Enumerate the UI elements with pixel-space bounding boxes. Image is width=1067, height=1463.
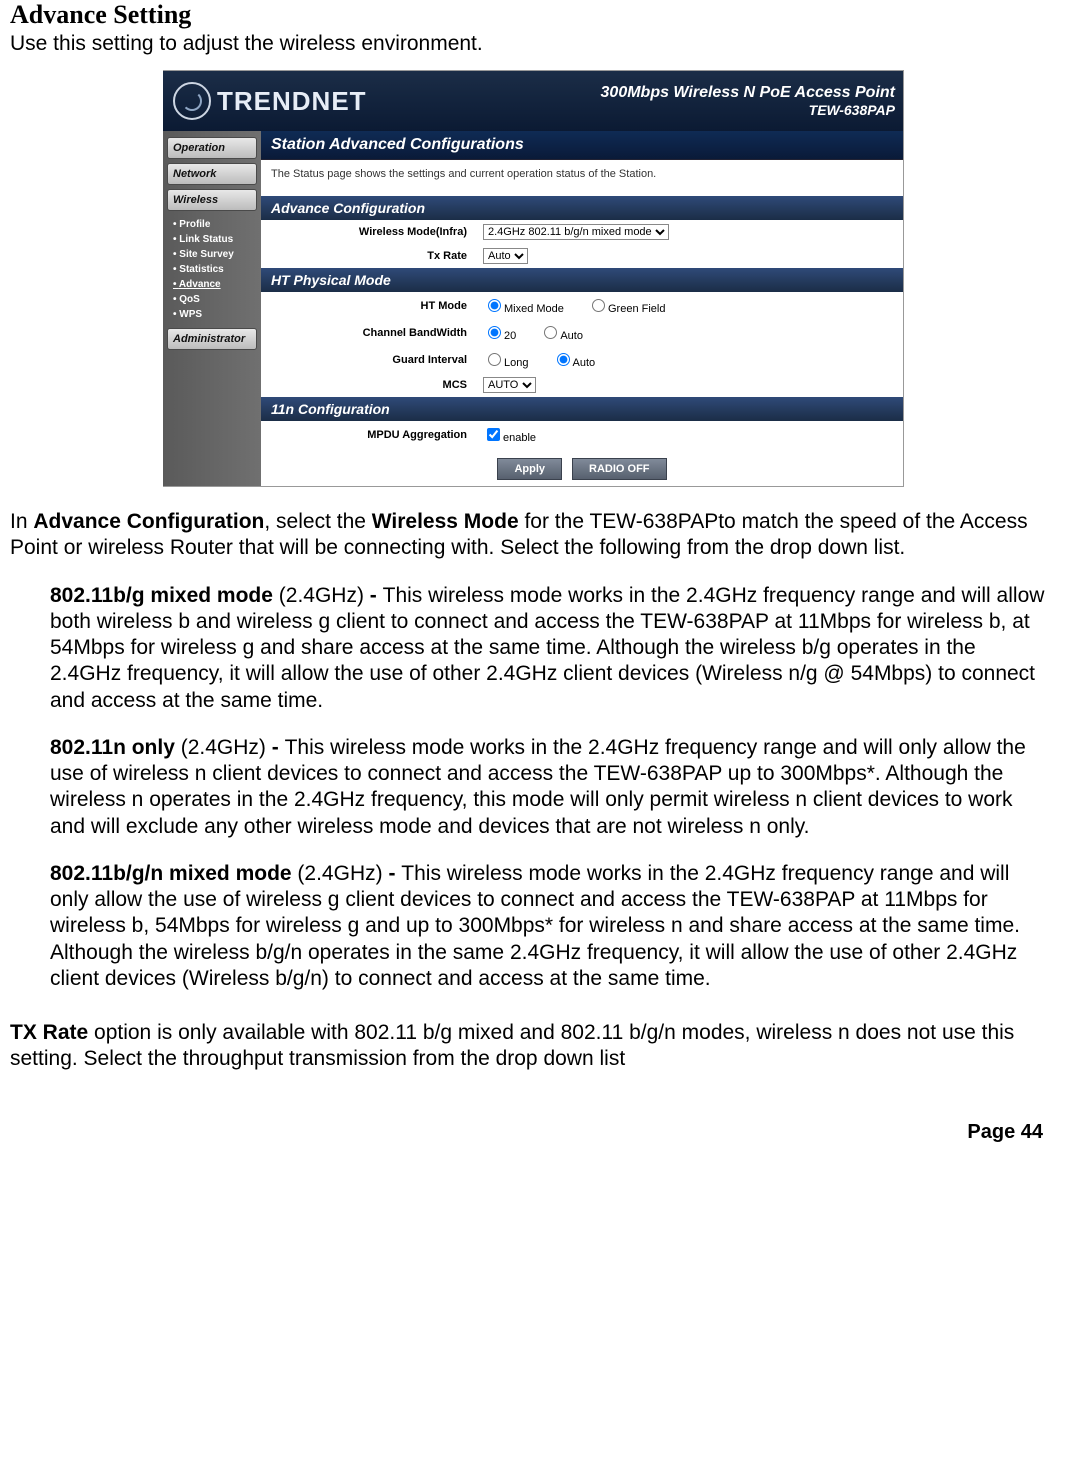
cbw-auto-text: Auto — [560, 330, 583, 342]
tx-rate-select[interactable]: Auto — [483, 248, 528, 264]
nav-administrator[interactable]: Administrator — [167, 328, 257, 350]
mode-n-only: 802.11n only (2.4GHz) - This wireless mo… — [50, 735, 1047, 840]
cbw-auto-radio[interactable] — [544, 326, 557, 339]
gi-auto-text: Auto — [573, 357, 596, 369]
model-number: TEW-638PAP — [601, 102, 895, 118]
submenu-link-status[interactable]: Link Status — [173, 232, 255, 247]
mcs-label: MCS — [261, 373, 477, 397]
content-desc: The Status page shows the settings and c… — [261, 160, 903, 196]
mpdu-label: MPDU Aggregation — [261, 421, 477, 448]
mpdu-enable-checkbox[interactable] — [487, 428, 500, 441]
mode-bg-mixed: 802.11b/g mixed mode (2.4GHz) - This wir… — [50, 583, 1047, 714]
nav-network[interactable]: Network — [167, 163, 257, 185]
apply-button[interactable]: Apply — [497, 458, 562, 480]
submenu-profile[interactable]: Profile — [173, 217, 255, 232]
sidebar: Operation Network Wireless Profile Link … — [163, 131, 261, 486]
ht-green-text: Green Field — [608, 303, 665, 315]
cbw-20-radio[interactable] — [488, 326, 501, 339]
mode-bgn-mixed: 802.11b/g/n mixed mode (2.4GHz) - This w… — [50, 861, 1047, 992]
submenu-qos[interactable]: QoS — [173, 292, 255, 307]
intro-paragraph: In Advance Configuration, select the Wir… — [10, 509, 1057, 562]
ht-mode-label: HT Mode — [261, 292, 477, 319]
gi-long-radio[interactable] — [488, 353, 501, 366]
brand-name: TRENDNET — [217, 86, 367, 117]
gi-long-text: Long — [504, 357, 528, 369]
cbw-label: Channel BandWidth — [261, 319, 477, 346]
cbw-20-text: 20 — [504, 330, 516, 342]
brand-logo-icon — [173, 82, 211, 120]
ht-mixed-text: Mixed Mode — [504, 303, 564, 315]
mcs-select[interactable]: AUTO — [483, 377, 536, 393]
submenu-advance[interactable]: Advance — [173, 277, 255, 292]
submenu-wps[interactable]: WPS — [173, 307, 255, 322]
submenu-site-survey[interactable]: Site Survey — [173, 247, 255, 262]
panel-advance-config: Advance Configuration — [261, 196, 903, 220]
wireless-mode-select[interactable]: 2.4GHz 802.11 b/g/n mixed mode — [483, 224, 669, 240]
submenu-statistics[interactable]: Statistics — [173, 262, 255, 277]
gi-label: Guard Interval — [261, 346, 477, 373]
content-area: Station Advanced Configurations The Stat… — [261, 131, 903, 486]
page-footer: Page 44 — [10, 1085, 1057, 1152]
product-name: 300Mbps Wireless N PoE Access Point — [601, 84, 895, 102]
ht-mixed-radio[interactable] — [488, 299, 501, 312]
tx-rate-label: Tx Rate — [261, 244, 477, 268]
tx-rate-paragraph: TX Rate option is only available with 80… — [10, 1020, 1057, 1073]
nav-wireless[interactable]: Wireless — [167, 189, 257, 211]
gi-auto-radio[interactable] — [557, 353, 570, 366]
router-header: TRENDNET 300Mbps Wireless N PoE Access P… — [163, 71, 903, 131]
nav-operation[interactable]: Operation — [167, 137, 257, 159]
radio-off-button[interactable]: RADIO OFF — [572, 458, 667, 480]
wireless-submenu: Profile Link Status Site Survey Statisti… — [163, 213, 261, 326]
content-title: Station Advanced Configurations — [261, 131, 903, 160]
panel-ht-mode: HT Physical Mode — [261, 268, 903, 292]
ht-green-radio[interactable] — [592, 299, 605, 312]
wireless-mode-label: Wireless Mode(Infra) — [261, 220, 477, 244]
router-admin-screenshot: TRENDNET 300Mbps Wireless N PoE Access P… — [163, 70, 904, 487]
doc-heading: Advance Setting — [10, 0, 1057, 30]
doc-subtitle: Use this setting to adjust the wireless … — [10, 32, 1057, 56]
panel-11n-config: 11n Configuration — [261, 397, 903, 421]
mpdu-enable-text: enable — [503, 432, 536, 444]
